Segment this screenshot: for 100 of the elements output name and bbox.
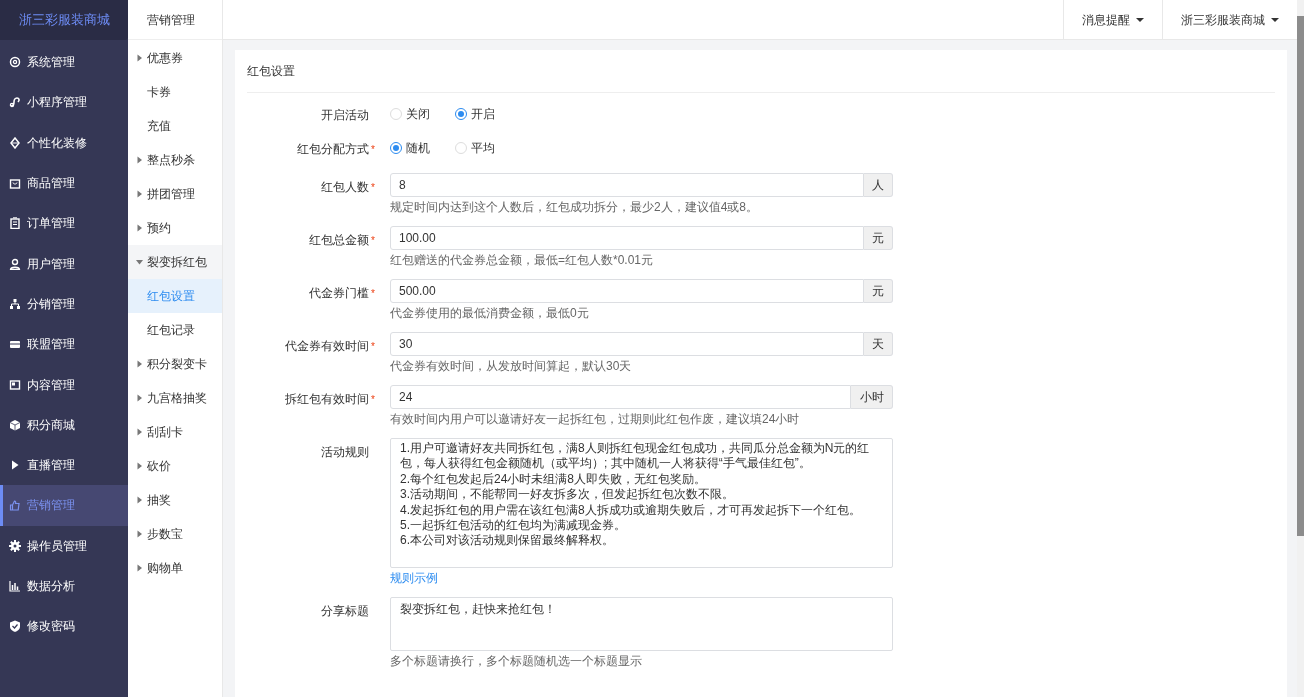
caret-icon xyxy=(136,360,144,368)
sidebar-item[interactable]: 小程序管理 xyxy=(0,82,128,123)
caret-icon xyxy=(136,156,144,164)
hierarchy-icon xyxy=(9,297,21,310)
gear-icon xyxy=(9,56,21,69)
caret-icon xyxy=(136,530,144,538)
required-mark: * xyxy=(371,143,376,157)
sidebar-item[interactable]: 联盟管理 xyxy=(0,324,128,365)
sidebar-item[interactable]: 内容管理 xyxy=(0,364,128,405)
input-field[interactable]: 30 xyxy=(390,332,864,356)
required-mark: * xyxy=(371,181,376,195)
content-icon xyxy=(9,378,21,391)
field-label: 代金券门槛 xyxy=(309,285,370,302)
sidebar-item[interactable]: 用户管理 xyxy=(0,243,128,284)
sidebar-item[interactable]: 个性化装修 xyxy=(0,122,128,163)
brand-title: 浙三彩服装商城 xyxy=(18,11,110,30)
caret-icon xyxy=(136,224,144,232)
caret-icon xyxy=(136,462,144,470)
caret-icon xyxy=(136,496,144,504)
field-label: 开启活动 xyxy=(321,107,370,124)
cube-icon xyxy=(9,418,21,431)
field-label: 分享标题 xyxy=(321,603,370,620)
radio-option[interactable]: 随机 xyxy=(390,139,433,157)
submenu-item[interactable]: 九宫格抽奖 xyxy=(128,381,222,415)
submenu-item[interactable]: 预约 xyxy=(128,211,222,245)
input-field[interactable]: 500.00 xyxy=(390,279,864,303)
field-label: 红包总金额 xyxy=(309,232,370,249)
submenu-item[interactable]: 红包记录 xyxy=(128,313,222,347)
gear-icon xyxy=(9,539,21,552)
radio-option[interactable]: 开启 xyxy=(455,105,498,123)
required-mark: * xyxy=(371,340,376,354)
submenu-item[interactable]: 刮刮卡 xyxy=(128,415,222,449)
user-icon xyxy=(9,257,21,270)
sidebar-item[interactable]: 分销管理 xyxy=(0,283,128,325)
unit-addon: 元 xyxy=(864,279,893,303)
field-label: 红包分配方式 xyxy=(297,141,370,158)
play-icon xyxy=(9,459,21,472)
submenu-item[interactable]: 卡券 xyxy=(128,75,222,109)
caret-icon xyxy=(136,190,144,198)
field-label: 拆红包有效时间 xyxy=(285,391,370,408)
input-field[interactable]: 8 xyxy=(390,173,864,197)
store-icon xyxy=(9,338,21,351)
caret-icon xyxy=(136,564,144,572)
unit-addon: 小时 xyxy=(851,385,893,409)
sidebar-item[interactable]: 商品管理 xyxy=(0,162,128,204)
submenu-item[interactable]: 裂变拆红包 xyxy=(128,245,222,279)
help-text: 规定时间内达到这个人数后，红包成功拆分，最少2人，建议值4或8。 xyxy=(390,199,759,216)
example-link[interactable]: 规则示例 xyxy=(390,569,438,587)
submenu-item[interactable]: 充值 xyxy=(128,109,222,143)
caret-icon xyxy=(136,428,144,436)
help-text: 代金券使用的最低消费金额，最低0元 xyxy=(390,305,589,322)
sidebar-item[interactable]: 操作员管理 xyxy=(0,525,128,566)
submenu-item[interactable]: 优惠券 xyxy=(128,41,222,75)
sidebar-item[interactable]: 直播管理 xyxy=(0,444,128,486)
diamond-icon xyxy=(9,136,21,149)
help-text: 代金券有效时间，从发放时间算起，默认30天 xyxy=(390,358,632,375)
radio-option[interactable]: 关闭 xyxy=(390,105,433,123)
caret-icon xyxy=(136,258,144,266)
bag-icon xyxy=(9,177,21,190)
sidebar-item[interactable]: 积分商城 xyxy=(0,404,128,445)
unit-addon: 人 xyxy=(864,173,893,197)
submenu-item[interactable]: 拼团管理 xyxy=(128,177,222,211)
input-field[interactable]: 24 xyxy=(390,385,851,409)
field-label: 活动规则 xyxy=(321,444,370,461)
help-text: 红包赠送的代金券总金额，最低=红包人数*0.01元 xyxy=(390,252,654,269)
submenu-item[interactable]: 购物单 xyxy=(128,551,222,585)
shield-icon xyxy=(9,620,21,633)
submenu-item[interactable]: 步数宝 xyxy=(128,517,222,551)
sidebar-item[interactable]: 修改密码 xyxy=(0,606,128,647)
unit-addon: 天 xyxy=(864,332,893,356)
dropdown-menu[interactable]: 消息提醒 xyxy=(1063,0,1162,39)
submenu-item[interactable]: 砍价 xyxy=(128,449,222,483)
required-mark: * xyxy=(371,393,376,407)
submenu-item[interactable]: 积分裂变卡 xyxy=(128,347,222,381)
caret-icon xyxy=(1271,17,1279,22)
bar-chart-icon xyxy=(9,580,21,592)
submenu-item[interactable]: 整点秒杀 xyxy=(128,143,222,177)
unit-addon: 元 xyxy=(864,226,893,250)
field-label: 代金券有效时间 xyxy=(285,338,370,355)
submenu-item[interactable]: 抽奖 xyxy=(128,483,222,517)
radio-option[interactable]: 平均 xyxy=(455,139,498,157)
submenu-title: 营销管理 xyxy=(147,11,195,29)
text-area[interactable]: 裂变拆红包，赶快来抢红包！ xyxy=(390,597,893,651)
sidebar-item[interactable]: 数据分析 xyxy=(0,565,128,607)
sidebar-item[interactable]: 订单管理 xyxy=(0,203,128,244)
card-title: 红包设置 xyxy=(247,63,295,80)
help-text: 多个标题请换行，多个标题随机选一个标题显示 xyxy=(390,653,642,670)
caret-icon xyxy=(136,54,144,62)
required-mark: * xyxy=(371,287,376,301)
caret-icon xyxy=(136,394,144,402)
scrollbar-thumb[interactable] xyxy=(1297,16,1304,536)
required-mark: * xyxy=(371,234,376,248)
input-field[interactable]: 100.00 xyxy=(390,226,864,250)
link-icon xyxy=(9,96,21,109)
field-label: 红包人数 xyxy=(321,179,370,196)
text-area[interactable]: 1.用户可邀请好友共同拆红包，满8人则拆红包现金红包成功，共同瓜分总金额为N元的红包，每人获得红包金额随机（或平均）; 其中随机一人将获得“手气最佳红包”。 2.每个红包发起后24小时未组满8人即失败，无红包奖励。 3.活动期间，不能帮同一好友拆多次，但发起拆红包次数不限。 4.发起拆红包的用户需在该红包满8人拆成功或逾期失败后，才可再发起拆下一个红包。 5.一起拆红包活动的红包均为满减现金券。 6.本公司对该活动规则保留最终解释权。 xyxy=(390,438,893,568)
sidebar-item[interactable]: 系统管理 xyxy=(0,42,128,83)
help-text: 有效时间内用户可以邀请好友一起拆红包，过期则此红包作废，建议填24小时 xyxy=(390,411,800,428)
hand-icon xyxy=(9,499,21,512)
caret-icon xyxy=(1136,17,1144,22)
